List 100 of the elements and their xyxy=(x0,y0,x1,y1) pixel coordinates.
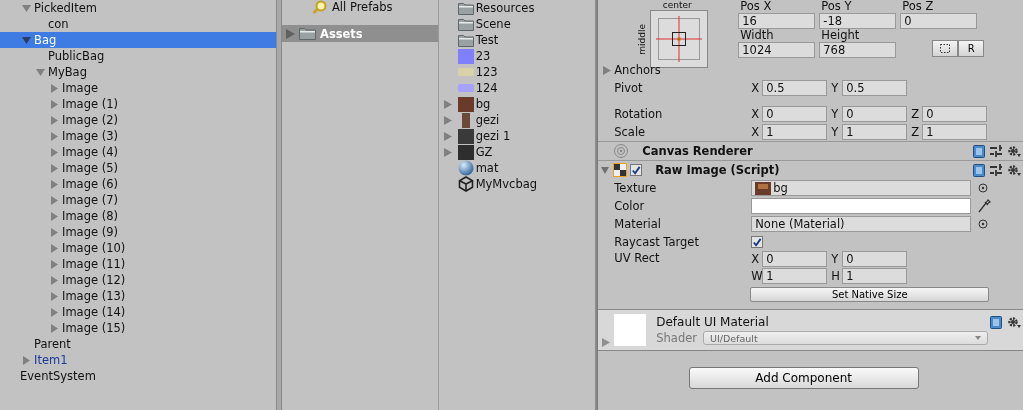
hierarchy-item[interactable]: Image (14) xyxy=(0,304,277,320)
eyedropper-icon[interactable] xyxy=(977,198,992,214)
object-field[interactable]: bg xyxy=(751,180,972,196)
hierarchy-item[interactable]: Image (8) xyxy=(0,208,277,224)
expand-arrow-icon[interactable] xyxy=(50,275,59,285)
number-field[interactable]: 0 xyxy=(762,106,828,122)
asset-item[interactable]: mat xyxy=(438,160,596,176)
hierarchy-item[interactable]: Image (11) xyxy=(0,256,277,272)
object-field[interactable]: None (Material) xyxy=(751,216,972,232)
blueprint-mode-button[interactable] xyxy=(932,40,959,57)
hierarchy-item[interactable]: PickedItem xyxy=(0,0,277,16)
expand-arrow-icon[interactable] xyxy=(50,211,59,221)
preset-sliders-icon[interactable] xyxy=(990,164,1002,176)
expand-arrow-icon[interactable] xyxy=(50,259,59,269)
expand-arrow-icon[interactable] xyxy=(50,195,59,205)
expand-arrow-icon[interactable] xyxy=(443,115,452,125)
hierarchy-item[interactable]: Image (12) xyxy=(0,272,277,288)
hierarchy-item[interactable]: EventSystem xyxy=(0,368,277,384)
asset-item[interactable]: gezi 1 xyxy=(438,128,596,144)
set-native-size-button[interactable]: Set Native Size xyxy=(750,286,990,302)
expand-arrow-icon[interactable] xyxy=(443,147,452,157)
expand-arrow-icon[interactable] xyxy=(22,35,31,45)
checkbox[interactable] xyxy=(751,236,764,248)
expand-arrow-icon[interactable] xyxy=(50,131,59,141)
asset-item[interactable]: Test xyxy=(438,32,596,48)
color-field[interactable] xyxy=(751,198,972,214)
hierarchy-item[interactable]: Image (2) xyxy=(0,112,277,128)
number-field[interactable]: -18 xyxy=(819,13,897,29)
expand-arrow-icon[interactable] xyxy=(602,338,611,347)
expand-arrow-icon[interactable] xyxy=(50,147,59,157)
hierarchy-item[interactable]: Image (3) xyxy=(0,128,277,144)
number-field[interactable]: 0 xyxy=(842,106,908,122)
help-book-icon[interactable] xyxy=(973,144,985,158)
hierarchy-item[interactable]: Image (10) xyxy=(0,240,277,256)
expand-arrow-icon[interactable] xyxy=(50,179,59,189)
add-component-button[interactable]: Add Component xyxy=(688,367,919,389)
asset-item[interactable]: MyMvcbag xyxy=(438,176,596,192)
expand-arrow-icon[interactable] xyxy=(443,131,452,141)
expand-arrow-icon[interactable] xyxy=(601,165,610,175)
asset-item[interactable]: 123 xyxy=(438,64,596,80)
asset-item[interactable]: bg xyxy=(438,96,596,112)
hierarchy-item[interactable]: Image (5) xyxy=(0,160,277,176)
hierarchy-item[interactable]: Image (1) xyxy=(0,96,277,112)
number-field[interactable]: 16 xyxy=(738,13,816,29)
shader-dropdown[interactable]: UI/Default xyxy=(703,331,988,345)
asset-item[interactable]: Scene xyxy=(438,16,596,32)
asset-item[interactable]: GZ xyxy=(438,144,596,160)
asset-item[interactable]: 23 xyxy=(438,48,596,64)
asset-item[interactable]: gezi xyxy=(438,112,596,128)
component-header[interactable]: Raw Image (Script) xyxy=(598,160,1023,179)
number-field[interactable]: 1 xyxy=(762,124,828,140)
preset-sliders-icon[interactable] xyxy=(990,145,1002,157)
expand-arrow-icon[interactable] xyxy=(603,65,612,75)
expand-arrow-icon[interactable] xyxy=(50,163,59,173)
hierarchy-item[interactable]: con xyxy=(0,16,277,32)
number-field[interactable]: 0.5 xyxy=(762,80,828,96)
object-picker-icon[interactable] xyxy=(977,218,990,230)
hierarchy-item[interactable]: Bag xyxy=(0,32,277,48)
expand-arrow-icon[interactable] xyxy=(50,83,59,93)
number-field[interactable]: 0 xyxy=(762,251,828,267)
hierarchy-item[interactable]: Image xyxy=(0,80,277,96)
expand-arrow-icon[interactable] xyxy=(50,291,59,301)
component-header[interactable]: Canvas Renderer xyxy=(598,141,1023,160)
expand-arrow-icon[interactable] xyxy=(50,227,59,237)
settings-icon[interactable] xyxy=(1007,144,1021,158)
expand-arrow-icon[interactable] xyxy=(50,115,59,125)
number-field[interactable]: 1 xyxy=(922,124,988,140)
raw-edit-button[interactable]: R xyxy=(958,40,985,57)
enabled-checkbox[interactable] xyxy=(630,164,643,176)
hierarchy-item[interactable]: Image (13) xyxy=(0,288,277,304)
expand-arrow-icon[interactable] xyxy=(50,243,59,253)
hierarchy-item[interactable]: Image (9) xyxy=(0,224,277,240)
number-field[interactable]: 1024 xyxy=(738,42,816,58)
hierarchy-item[interactable]: Image (15) xyxy=(0,320,277,336)
number-field[interactable]: 0 xyxy=(922,106,988,122)
object-picker-icon[interactable] xyxy=(977,182,990,194)
expand-arrow-icon[interactable] xyxy=(50,99,59,109)
expand-arrow-icon[interactable] xyxy=(50,323,59,333)
hierarchy-item[interactable]: PublicBag xyxy=(0,48,277,64)
number-field[interactable]: 0.5 xyxy=(842,80,908,96)
number-field[interactable]: 0 xyxy=(900,13,978,29)
favorites-item[interactable]: All Prefabs xyxy=(282,0,438,14)
asset-item[interactable]: Resources xyxy=(438,0,596,16)
expand-arrow-icon[interactable] xyxy=(443,99,452,109)
number-field[interactable]: 1 xyxy=(842,268,908,284)
hierarchy-item[interactable]: Image (7) xyxy=(0,192,277,208)
settings-icon[interactable] xyxy=(1007,316,1021,329)
hierarchy-item[interactable]: Item1 xyxy=(0,352,277,368)
expand-arrow-icon[interactable] xyxy=(50,307,59,317)
number-field[interactable]: 768 xyxy=(819,42,897,58)
number-field[interactable]: 1 xyxy=(842,124,908,140)
expand-arrow-icon[interactable] xyxy=(36,67,45,77)
help-book-icon[interactable] xyxy=(990,316,1002,329)
expand-arrow-icon[interactable] xyxy=(286,28,295,39)
hierarchy-item[interactable]: Image (6) xyxy=(0,176,277,192)
expand-arrow-icon[interactable] xyxy=(22,355,31,365)
settings-icon[interactable] xyxy=(1007,163,1021,177)
anchors-foldout-label[interactable]: Anchors xyxy=(614,63,661,77)
help-book-icon[interactable] xyxy=(973,163,985,177)
hierarchy-item[interactable]: Parent xyxy=(0,336,277,352)
